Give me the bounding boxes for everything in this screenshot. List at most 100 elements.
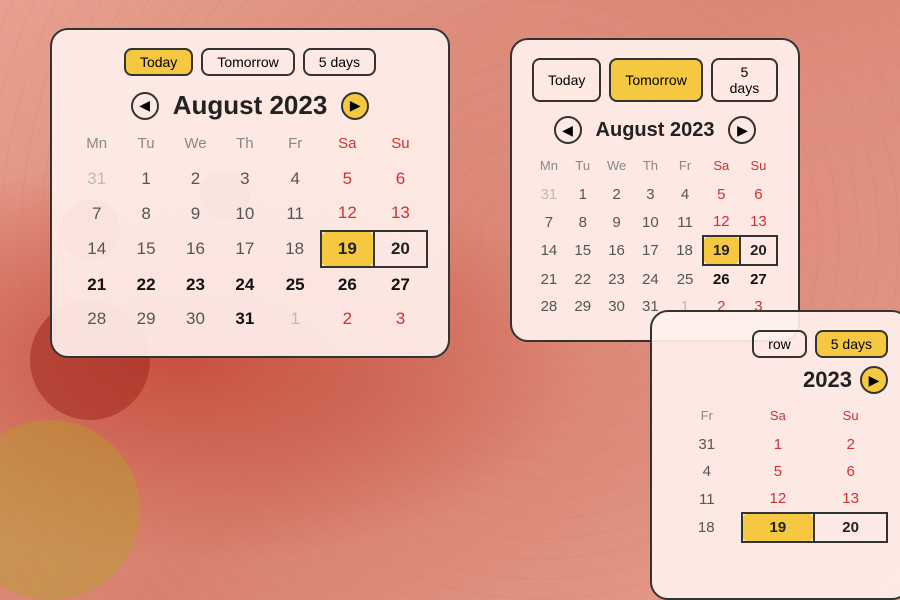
day-cell[interactable]: 22 bbox=[121, 267, 170, 302]
day-cell[interactable]: 15 bbox=[121, 231, 170, 267]
day-cell[interactable]: 13 bbox=[740, 208, 777, 236]
day-cell[interactable]: 10 bbox=[220, 196, 269, 231]
day-cell[interactable]: 31 bbox=[220, 302, 269, 336]
day-cell[interactable]: 25 bbox=[270, 267, 321, 302]
day-cell[interactable]: 27 bbox=[374, 267, 427, 302]
day-cell[interactable]: 14 bbox=[532, 236, 566, 265]
day-cell[interactable]: 29 bbox=[566, 293, 600, 320]
day-cell[interactable]: 17 bbox=[220, 231, 269, 267]
day-cell[interactable]: 23 bbox=[171, 267, 220, 302]
day-cell[interactable]: 24 bbox=[220, 267, 269, 302]
day-cell[interactable]: 11 bbox=[270, 196, 321, 231]
day-cell[interactable]: 12 bbox=[703, 208, 740, 236]
large-month-header: ◀ August 2023 ▶ bbox=[72, 90, 428, 121]
partial-month-title: 2023 bbox=[803, 367, 852, 393]
partial-toolbar: row 5 days bbox=[672, 330, 888, 358]
day-cell[interactable]: 2 bbox=[321, 302, 374, 336]
day-cell[interactable]: 6 bbox=[374, 162, 427, 196]
day-cell[interactable]: 23 bbox=[600, 265, 634, 293]
today-cell[interactable]: 19 bbox=[703, 236, 740, 265]
day-cell[interactable]: 30 bbox=[171, 302, 220, 336]
small-tomorrow-button[interactable]: Tomorrow bbox=[609, 58, 702, 102]
day-cell[interactable]: 2 bbox=[171, 162, 220, 196]
partial-5days-button[interactable]: 5 days bbox=[815, 330, 888, 358]
small-today-button[interactable]: Today bbox=[532, 58, 601, 102]
day-cell[interactable]: 4 bbox=[672, 458, 742, 485]
day-cell[interactable]: 3 bbox=[220, 162, 269, 196]
day-cell[interactable]: 28 bbox=[72, 302, 121, 336]
table-row: 31 1 2 bbox=[672, 431, 887, 458]
day-cell[interactable]: 30 bbox=[600, 293, 634, 320]
day-cell[interactable]: 24 bbox=[633, 265, 667, 293]
small-month-title: August 2023 bbox=[596, 119, 715, 142]
day-cell[interactable]: 2 bbox=[600, 181, 634, 208]
day-cell[interactable]: 13 bbox=[814, 485, 887, 513]
small-next-month-button[interactable]: ▶ bbox=[728, 116, 756, 144]
day-cell[interactable]: 14 bbox=[72, 231, 121, 267]
day-cell[interactable]: 6 bbox=[740, 181, 777, 208]
day-cell[interactable]: 7 bbox=[72, 196, 121, 231]
day-cell[interactable]: 3 bbox=[633, 181, 667, 208]
small-prev-month-button[interactable]: ◀ bbox=[554, 116, 582, 144]
tomorrow-cell[interactable]: 20 bbox=[374, 231, 427, 267]
day-cell[interactable]: 31 bbox=[72, 162, 121, 196]
day-cell[interactable]: 16 bbox=[600, 236, 634, 265]
day-cell[interactable]: 6 bbox=[814, 458, 887, 485]
day-cell[interactable]: 27 bbox=[740, 265, 777, 293]
day-cell[interactable]: 5 bbox=[703, 181, 740, 208]
day-cell[interactable]: 3 bbox=[374, 302, 427, 336]
day-cell[interactable]: 5 bbox=[742, 458, 815, 485]
day-cell[interactable]: 26 bbox=[321, 267, 374, 302]
large-today-button[interactable]: Today bbox=[124, 48, 193, 76]
large-col-su: Su bbox=[374, 131, 427, 162]
large-next-month-button[interactable]: ▶ bbox=[341, 92, 369, 120]
day-cell[interactable]: 9 bbox=[600, 208, 634, 236]
day-cell[interactable]: 28 bbox=[532, 293, 566, 320]
day-cell[interactable]: 17 bbox=[633, 236, 667, 265]
day-cell[interactable]: 18 bbox=[672, 513, 742, 542]
today-cell[interactable]: 19 bbox=[321, 231, 374, 267]
day-cell[interactable]: 15 bbox=[566, 236, 600, 265]
day-cell[interactable]: 16 bbox=[171, 231, 220, 267]
day-cell[interactable]: 31 bbox=[672, 431, 742, 458]
day-cell[interactable]: 8 bbox=[566, 208, 600, 236]
table-row: 18 19 20 bbox=[672, 513, 887, 542]
day-cell[interactable]: 11 bbox=[667, 208, 702, 236]
day-cell[interactable]: 21 bbox=[72, 267, 121, 302]
day-cell[interactable]: 26 bbox=[703, 265, 740, 293]
table-row: 4 5 6 bbox=[672, 458, 887, 485]
day-cell[interactable]: 21 bbox=[532, 265, 566, 293]
partial-row-button[interactable]: row bbox=[752, 330, 807, 358]
day-cell[interactable]: 7 bbox=[532, 208, 566, 236]
day-cell[interactable]: 18 bbox=[270, 231, 321, 267]
day-cell[interactable]: 11 bbox=[672, 485, 742, 513]
day-cell[interactable]: 12 bbox=[742, 485, 815, 513]
partial-next-month-button[interactable]: ▶ bbox=[860, 366, 888, 394]
small-5days-button[interactable]: 5 days bbox=[711, 58, 778, 102]
large-tomorrow-button[interactable]: Tomorrow bbox=[201, 48, 294, 76]
large-5days-button[interactable]: 5 days bbox=[303, 48, 376, 76]
tomorrow-cell[interactable]: 20 bbox=[814, 513, 887, 542]
day-cell[interactable]: 29 bbox=[121, 302, 170, 336]
day-cell[interactable]: 8 bbox=[121, 196, 170, 231]
large-col-tu: Tu bbox=[121, 131, 170, 162]
day-cell[interactable]: 4 bbox=[270, 162, 321, 196]
tomorrow-cell[interactable]: 20 bbox=[740, 236, 777, 265]
day-cell[interactable]: 9 bbox=[171, 196, 220, 231]
day-cell[interactable]: 2 bbox=[814, 431, 887, 458]
day-cell[interactable]: 12 bbox=[321, 196, 374, 231]
day-cell[interactable]: 22 bbox=[566, 265, 600, 293]
day-cell[interactable]: 10 bbox=[633, 208, 667, 236]
large-prev-month-button[interactable]: ◀ bbox=[131, 92, 159, 120]
day-cell[interactable]: 1 bbox=[566, 181, 600, 208]
day-cell[interactable]: 1 bbox=[121, 162, 170, 196]
day-cell[interactable]: 1 bbox=[742, 431, 815, 458]
day-cell[interactable]: 13 bbox=[374, 196, 427, 231]
day-cell[interactable]: 25 bbox=[667, 265, 702, 293]
day-cell[interactable]: 31 bbox=[532, 181, 566, 208]
today-cell[interactable]: 19 bbox=[742, 513, 815, 542]
day-cell[interactable]: 18 bbox=[667, 236, 702, 265]
day-cell[interactable]: 5 bbox=[321, 162, 374, 196]
day-cell[interactable]: 1 bbox=[270, 302, 321, 336]
day-cell[interactable]: 4 bbox=[667, 181, 702, 208]
